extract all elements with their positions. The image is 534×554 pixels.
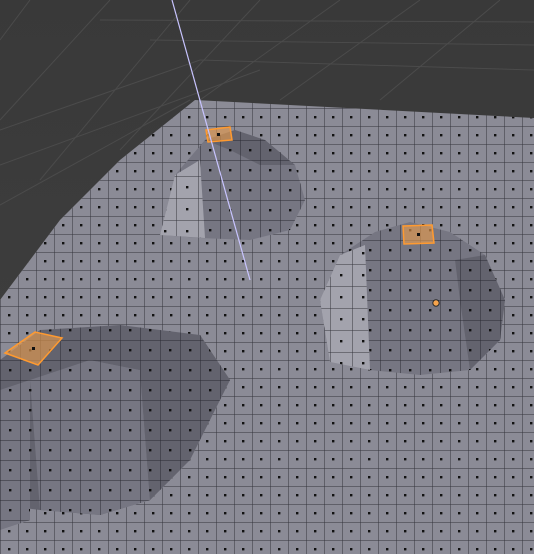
mesh-bump-front-left-side[interactable] [0,380,30,530]
3d-viewport[interactable] [0,0,534,554]
object-origin[interactable] [432,299,440,307]
viewport-canvas[interactable] [0,0,534,554]
mesh-bump-front-left-face[interactable] [30,360,150,515]
